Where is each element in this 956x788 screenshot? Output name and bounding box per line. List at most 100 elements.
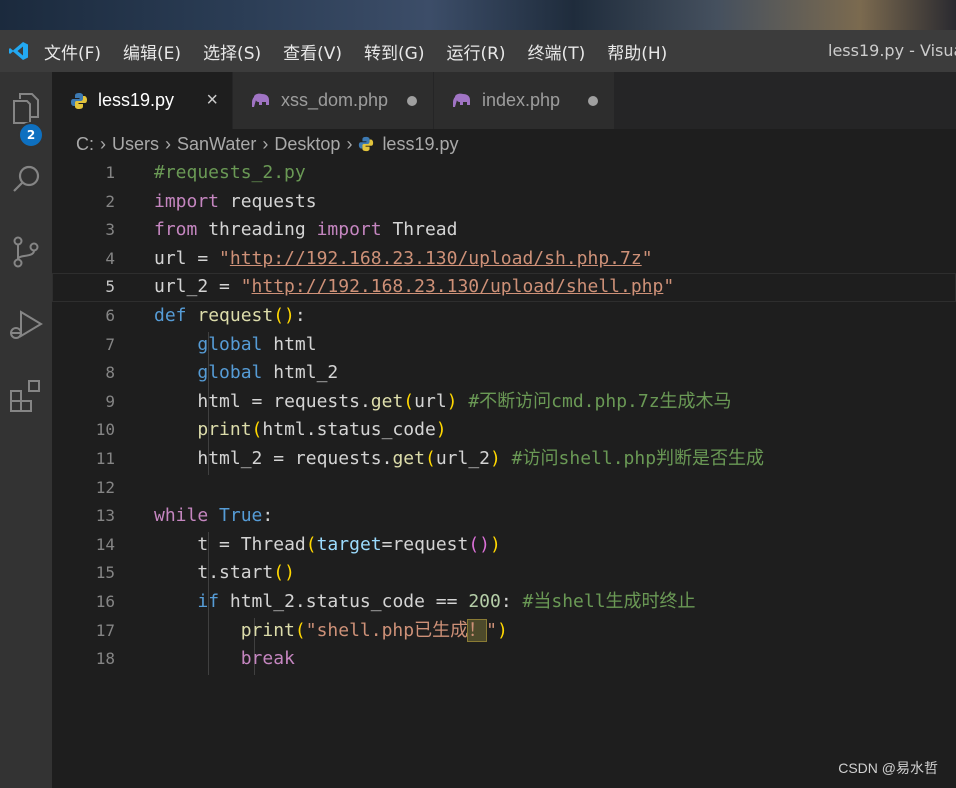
code-token: : [500, 591, 512, 612]
breadcrumb-sanwater[interactable]: SanWater [177, 134, 256, 155]
line-number: 1 [105, 163, 115, 182]
code-line: 8 global html_2 [52, 359, 956, 388]
code-line: 13 while True: [52, 502, 956, 531]
code-token: url [154, 247, 187, 269]
code-token: () [273, 305, 295, 326]
code-token: Thread [240, 533, 306, 555]
url-link[interactable]: http://192.168.23.130/upload/shell.php [252, 276, 664, 297]
unsaved-dot-icon[interactable] [588, 96, 598, 106]
line-number: 5 [105, 277, 115, 297]
code-comment: #不断访问cmd.php.7z生成木马 [457, 390, 732, 412]
code-token: ) [490, 533, 501, 555]
line-number: 7 [105, 334, 115, 354]
code-token: t [197, 562, 209, 584]
breadcrumb-users[interactable]: Users [112, 134, 159, 155]
line-number: 12 [95, 477, 115, 497]
code-line: 2 import requests [52, 188, 956, 217]
chevron-right-icon: › [262, 133, 269, 154]
code-token: import [154, 190, 220, 212]
code-token: html [262, 333, 317, 355]
code-token: . [208, 562, 220, 584]
chevron-right-icon: › [346, 133, 353, 154]
extensions-icon[interactable] [0, 370, 52, 422]
files-icon[interactable]: 2 [0, 82, 52, 148]
code-token: print [197, 419, 252, 441]
breadcrumb-drive[interactable]: C: [76, 134, 94, 155]
menu-selection[interactable]: 选择(S) [192, 39, 272, 64]
code-token: threading [197, 219, 317, 241]
code-token: ( [294, 619, 306, 641]
tab-index-php[interactable]: index.php [434, 72, 614, 129]
code-token: url_2 [435, 448, 490, 469]
code-line: 18 break [52, 645, 956, 674]
code-line: 6 def request(): [52, 302, 956, 331]
code-token: : [262, 505, 274, 527]
code-token: request [392, 533, 469, 555]
search-icon[interactable] [0, 154, 52, 206]
code-token: html_2 [197, 448, 263, 469]
tab-xss-dom-php[interactable]: xss_dom.php [233, 72, 433, 129]
code-token: . [381, 448, 393, 469]
code-token: == [435, 591, 458, 612]
line-number: 4 [105, 248, 115, 268]
editor-tab-bar: less19.py × xss_dom.php index.php [52, 72, 956, 129]
window-title: less19.py - Visua [828, 41, 956, 60]
code-token: print [240, 619, 295, 641]
code-token: ( [251, 419, 263, 441]
line-number: 6 [105, 306, 115, 325]
menu-file[interactable]: 文件(F) [38, 39, 112, 64]
line-number: 11 [95, 449, 115, 468]
code-token: requests [273, 390, 360, 412]
menu-go[interactable]: 转到(G) [353, 39, 435, 64]
code-token: : [294, 305, 306, 326]
menu-run[interactable]: 运行(R) [435, 39, 516, 64]
menu-bar: 文件(F) 编辑(E) 选择(S) 查看(V) 转到(G) 运行(R) 终端(T… [38, 39, 678, 64]
tab-less19-py[interactable]: less19.py × [52, 72, 232, 129]
code-token: from [154, 219, 198, 241]
code-token: if [197, 591, 220, 612]
code-line: 9 html = requests.get(url) #不断访问cmd.php.… [52, 388, 956, 417]
breadcrumb-file[interactable]: less19.py [382, 134, 458, 155]
menu-terminal[interactable]: 终端(T) [517, 39, 597, 64]
code-line: 7 global html [52, 331, 956, 360]
code-token: = [240, 390, 274, 412]
code-token: () [468, 533, 491, 555]
code-token: ( [305, 533, 317, 555]
line-number: 3 [105, 220, 115, 240]
breadcrumb-desktop[interactable]: Desktop [274, 134, 340, 155]
line-number: 15 [95, 563, 115, 583]
code-token: " [663, 276, 675, 298]
code-comment: #访问shell.php判断是否生成 [500, 448, 765, 469]
code-token: ( [403, 390, 415, 412]
url-link[interactable]: http://192.168.23.130/upload/sh.php.7z [230, 248, 642, 269]
code-token: get [392, 448, 425, 469]
code-token: = [262, 448, 295, 469]
run-debug-icon[interactable] [0, 298, 52, 350]
code-token: break [240, 648, 295, 670]
vscode-logo-icon [0, 30, 38, 72]
code-token: ) [446, 390, 458, 412]
code-token: html_2.status_code [219, 591, 436, 612]
code-token: target [316, 533, 382, 555]
line-number: 13 [95, 506, 115, 526]
unsaved-dot-icon[interactable] [407, 96, 417, 106]
menu-help[interactable]: 帮助(H) [596, 39, 678, 64]
title-bar: 文件(F) 编辑(E) 选择(S) 查看(V) 转到(G) 运行(R) 终端(T… [0, 30, 956, 72]
line-number: 14 [95, 534, 115, 554]
source-control-icon[interactable] [0, 226, 52, 278]
code-token: 200 [457, 591, 501, 612]
php-elephant-icon [452, 93, 472, 109]
code-token: " [240, 276, 252, 298]
menu-edit[interactable]: 编辑(E) [112, 39, 192, 64]
code-token: t [197, 533, 209, 555]
close-icon[interactable]: × [206, 72, 218, 129]
code-editor[interactable]: 1 #requests_2.py 2 import requests 3 fro… [52, 159, 956, 788]
code-token: requests [294, 448, 382, 469]
code-token: " [641, 247, 653, 269]
code-token: True [208, 505, 263, 527]
code-token: import [316, 219, 382, 241]
menu-view[interactable]: 查看(V) [272, 39, 353, 64]
code-token: = [381, 533, 393, 555]
chevron-right-icon: › [100, 133, 106, 154]
line-number: 9 [105, 391, 115, 411]
